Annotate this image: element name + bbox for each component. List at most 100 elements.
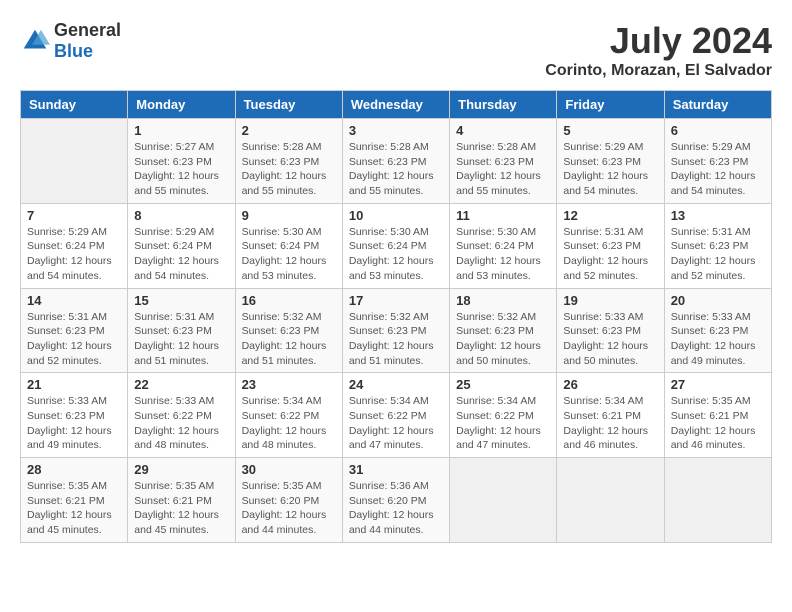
calendar-cell: 12 Sunrise: 5:31 AM Sunset: 6:23 PM Dayli… (557, 203, 664, 288)
day-number: 15 (134, 293, 228, 308)
week-row-5: 28 Sunrise: 5:35 AM Sunset: 6:21 PM Dayli… (21, 458, 772, 543)
day-info: Sunrise: 5:33 AM Sunset: 6:23 PM Dayligh… (27, 394, 121, 453)
day-info: Sunrise: 5:34 AM Sunset: 6:21 PM Dayligh… (563, 394, 657, 453)
header-friday: Friday (557, 91, 664, 119)
header-thursday: Thursday (450, 91, 557, 119)
day-number: 30 (242, 462, 336, 477)
week-row-4: 21Sunrise: 5:33 AM Sunset: 6:23 PM Dayli… (21, 373, 772, 458)
day-info: Sunrise: 5:35 AM Sunset: 6:21 PM Dayligh… (671, 394, 765, 453)
day-number: 13 (671, 208, 765, 223)
day-number: 19 (563, 293, 657, 308)
header-tuesday: Tuesday (235, 91, 342, 119)
calendar-cell: 14 Sunrise: 5:31 AM Sunset: 6:23 PM Dayli… (21, 288, 128, 373)
day-number: 2 (242, 123, 336, 138)
logo-icon (20, 26, 50, 56)
day-number: 12 (563, 208, 657, 223)
day-info: Sunrise: 5:31 AM Sunset: 6:23 PM Dayligh… (563, 225, 657, 284)
day-info: Sunrise: 5:34 AM Sunset: 6:22 PM Dayligh… (456, 394, 550, 453)
calendar-cell: 25Sunrise: 5:34 AM Sunset: 6:22 PM Dayli… (450, 373, 557, 458)
logo: General Blue (20, 20, 121, 62)
header-row: SundayMondayTuesdayWednesdayThursdayFrid… (21, 91, 772, 119)
day-info: Sunrise: 5:35 AM Sunset: 6:21 PM Dayligh… (27, 479, 121, 538)
calendar-cell: 1 Sunrise: 5:27 AM Sunset: 6:23 PM Daylig… (128, 119, 235, 204)
calendar-cell: 27Sunrise: 5:35 AM Sunset: 6:21 PM Dayli… (664, 373, 771, 458)
calendar-table: SundayMondayTuesdayWednesdayThursdayFrid… (20, 90, 772, 543)
week-row-2: 7 Sunrise: 5:29 AM Sunset: 6:24 PM Daylig… (21, 203, 772, 288)
day-info: Sunrise: 5:35 AM Sunset: 6:20 PM Dayligh… (242, 479, 336, 538)
calendar-cell: 7Sunrise: 5:29 AM Sunset: 6:24 PM Daylig… (21, 203, 128, 288)
day-number: 31 (349, 462, 443, 477)
day-info: Sunrise: 5:29 AM Sunset: 6:24 PM Dayligh… (134, 225, 228, 284)
calendar-cell: 24 Sunrise: 5:34 AM Sunset: 6:22 PM Dayli… (342, 373, 449, 458)
day-number: 17 (349, 293, 443, 308)
calendar-cell: 16 Sunrise: 5:32 AM Sunset: 6:23 PM Dayli… (235, 288, 342, 373)
calendar-cell: 19 Sunrise: 5:33 AM Sunset: 6:23 PM Dayli… (557, 288, 664, 373)
day-number: 22 (134, 377, 228, 392)
calendar-cell: 8 Sunrise: 5:29 AM Sunset: 6:24 PM Daylig… (128, 203, 235, 288)
calendar-cell: 17 Sunrise: 5:32 AM Sunset: 6:23 PM Dayli… (342, 288, 449, 373)
day-number: 3 (349, 123, 443, 138)
week-row-3: 14 Sunrise: 5:31 AM Sunset: 6:23 PM Dayli… (21, 288, 772, 373)
month-year-title: July 2024 (545, 20, 772, 62)
day-number: 7 (27, 208, 121, 223)
calendar-cell: 18Sunrise: 5:32 AM Sunset: 6:23 PM Dayli… (450, 288, 557, 373)
day-info: Sunrise: 5:33 AM Sunset: 6:23 PM Dayligh… (563, 310, 657, 369)
day-info: Sunrise: 5:30 AM Sunset: 6:24 PM Dayligh… (242, 225, 336, 284)
day-info: Sunrise: 5:28 AM Sunset: 6:23 PM Dayligh… (349, 140, 443, 199)
day-info: Sunrise: 5:30 AM Sunset: 6:24 PM Dayligh… (456, 225, 550, 284)
calendar-body: 1 Sunrise: 5:27 AM Sunset: 6:23 PM Daylig… (21, 119, 772, 543)
calendar-cell: 10 Sunrise: 5:30 AM Sunset: 6:24 PM Dayli… (342, 203, 449, 288)
calendar-cell: 30 Sunrise: 5:35 AM Sunset: 6:20 PM Dayli… (235, 458, 342, 543)
day-info: Sunrise: 5:31 AM Sunset: 6:23 PM Dayligh… (671, 225, 765, 284)
week-row-1: 1 Sunrise: 5:27 AM Sunset: 6:23 PM Daylig… (21, 119, 772, 204)
calendar-cell: 11Sunrise: 5:30 AM Sunset: 6:24 PM Dayli… (450, 203, 557, 288)
day-info: Sunrise: 5:34 AM Sunset: 6:22 PM Dayligh… (349, 394, 443, 453)
day-number: 28 (27, 462, 121, 477)
day-number: 4 (456, 123, 550, 138)
day-number: 24 (349, 377, 443, 392)
day-info: Sunrise: 5:33 AM Sunset: 6:22 PM Dayligh… (134, 394, 228, 453)
calendar-cell (450, 458, 557, 543)
day-info: Sunrise: 5:35 AM Sunset: 6:21 PM Dayligh… (134, 479, 228, 538)
calendar-cell: 15 Sunrise: 5:31 AM Sunset: 6:23 PM Dayli… (128, 288, 235, 373)
header-saturday: Saturday (664, 91, 771, 119)
day-number: 1 (134, 123, 228, 138)
header-monday: Monday (128, 91, 235, 119)
day-number: 8 (134, 208, 228, 223)
calendar-cell: 23Sunrise: 5:34 AM Sunset: 6:22 PM Dayli… (235, 373, 342, 458)
day-number: 16 (242, 293, 336, 308)
day-number: 14 (27, 293, 121, 308)
calendar-cell: 28 Sunrise: 5:35 AM Sunset: 6:21 PM Dayli… (21, 458, 128, 543)
calendar-cell: 3 Sunrise: 5:28 AM Sunset: 6:23 PM Daylig… (342, 119, 449, 204)
calendar-cell (21, 119, 128, 204)
calendar-cell: 5 Sunrise: 5:29 AM Sunset: 6:23 PM Daylig… (557, 119, 664, 204)
day-info: Sunrise: 5:34 AM Sunset: 6:22 PM Dayligh… (242, 394, 336, 453)
day-info: Sunrise: 5:30 AM Sunset: 6:24 PM Dayligh… (349, 225, 443, 284)
calendar-header: SundayMondayTuesdayWednesdayThursdayFrid… (21, 91, 772, 119)
calendar-cell (557, 458, 664, 543)
day-number: 10 (349, 208, 443, 223)
day-number: 6 (671, 123, 765, 138)
logo-text: General Blue (54, 20, 121, 62)
calendar-cell: 9 Sunrise: 5:30 AM Sunset: 6:24 PM Daylig… (235, 203, 342, 288)
calendar-cell: 2 Sunrise: 5:28 AM Sunset: 6:23 PM Daylig… (235, 119, 342, 204)
day-info: Sunrise: 5:31 AM Sunset: 6:23 PM Dayligh… (27, 310, 121, 369)
calendar-cell: 26 Sunrise: 5:34 AM Sunset: 6:21 PM Dayli… (557, 373, 664, 458)
day-number: 9 (242, 208, 336, 223)
day-info: Sunrise: 5:28 AM Sunset: 6:23 PM Dayligh… (242, 140, 336, 199)
header-wednesday: Wednesday (342, 91, 449, 119)
calendar-cell: 20Sunrise: 5:33 AM Sunset: 6:23 PM Dayli… (664, 288, 771, 373)
day-info: Sunrise: 5:33 AM Sunset: 6:23 PM Dayligh… (671, 310, 765, 369)
day-info: Sunrise: 5:27 AM Sunset: 6:23 PM Dayligh… (134, 140, 228, 199)
calendar-cell: 13 Sunrise: 5:31 AM Sunset: 6:23 PM Dayli… (664, 203, 771, 288)
day-info: Sunrise: 5:32 AM Sunset: 6:23 PM Dayligh… (349, 310, 443, 369)
day-info: Sunrise: 5:29 AM Sunset: 6:23 PM Dayligh… (671, 140, 765, 199)
calendar-cell: 21Sunrise: 5:33 AM Sunset: 6:23 PM Dayli… (21, 373, 128, 458)
day-number: 26 (563, 377, 657, 392)
day-info: Sunrise: 5:31 AM Sunset: 6:23 PM Dayligh… (134, 310, 228, 369)
day-info: Sunrise: 5:32 AM Sunset: 6:23 PM Dayligh… (242, 310, 336, 369)
day-info: Sunrise: 5:29 AM Sunset: 6:23 PM Dayligh… (563, 140, 657, 199)
calendar-cell: 4Sunrise: 5:28 AM Sunset: 6:23 PM Daylig… (450, 119, 557, 204)
day-number: 5 (563, 123, 657, 138)
calendar-cell: 31Sunrise: 5:36 AM Sunset: 6:20 PM Dayli… (342, 458, 449, 543)
